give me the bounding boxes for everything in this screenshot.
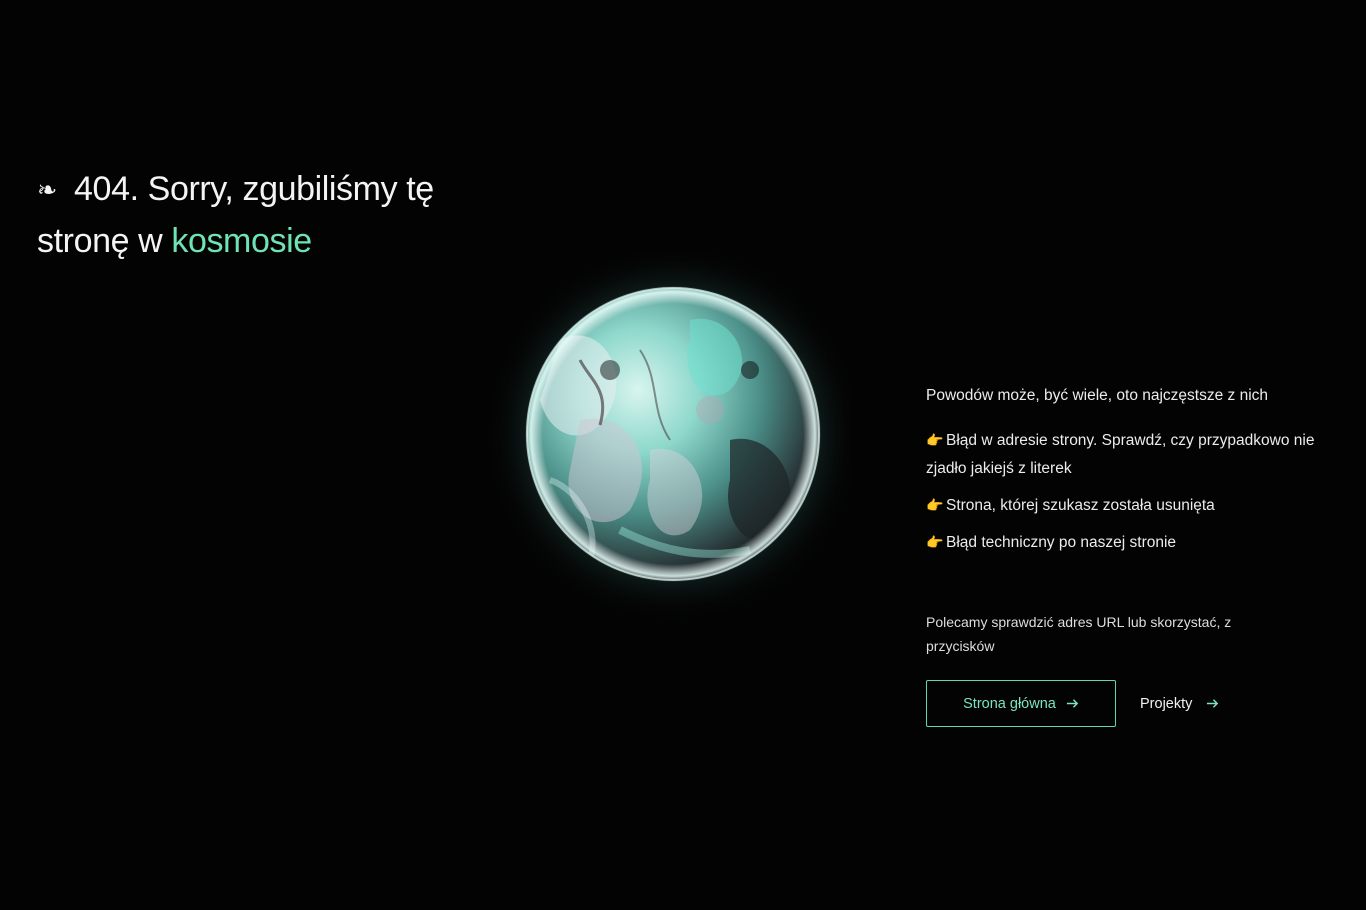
reason-text: Błąd techniczny po naszej stronie — [946, 534, 1177, 551]
list-item: 👉 Strona, której szukasz została usunięta — [926, 491, 1336, 520]
recommend-text: Polecamy sprawdzić adres URL lub skorzys… — [926, 614, 1232, 654]
title-accent: kosmosie — [171, 222, 312, 260]
pointing-hand-icon: 👉 — [926, 534, 944, 550]
reasons-section: Powodów może, być wiele, oto najczęstsze… — [926, 382, 1336, 565]
reasons-intro: Powodów może, być wiele, oto najczęstsze… — [926, 387, 1269, 404]
planet-illustration — [430, 250, 850, 630]
arrow-right-icon — [1066, 699, 1079, 708]
reasons-list: 👉 Błąd w adresie strony. Sprawdź, czy prz… — [926, 426, 1336, 557]
projects-link[interactable]: Projekty — [1140, 680, 1219, 727]
reason-text: Strona, której szukasz została usunięta — [946, 497, 1215, 514]
list-item: 👉 Błąd techniczny po naszej stronie — [926, 528, 1336, 557]
list-item: 👉 Błąd w adresie strony. Sprawdź, czy prz… — [926, 426, 1336, 483]
page-title: ❧ 404. Sorry, zgubiliśmy tę stronę w kos… — [37, 164, 497, 266]
home-button-label: Strona główna — [963, 695, 1056, 712]
home-button[interactable]: Strona główna — [926, 680, 1116, 727]
reason-text: Błąd w adresie strony. Sprawdź, czy przy… — [926, 432, 1315, 477]
pointing-hand-icon: 👉 — [926, 497, 944, 513]
pointing-hand-icon: 👉 — [926, 432, 944, 448]
error-404-page: ❧ 404. Sorry, zgubiliśmy tę stronę w kos… — [0, 0, 1366, 910]
arrow-right-icon — [1207, 699, 1219, 708]
projects-link-label: Projekty — [1140, 695, 1193, 712]
floral-heart-icon: ❧ — [37, 177, 57, 204]
